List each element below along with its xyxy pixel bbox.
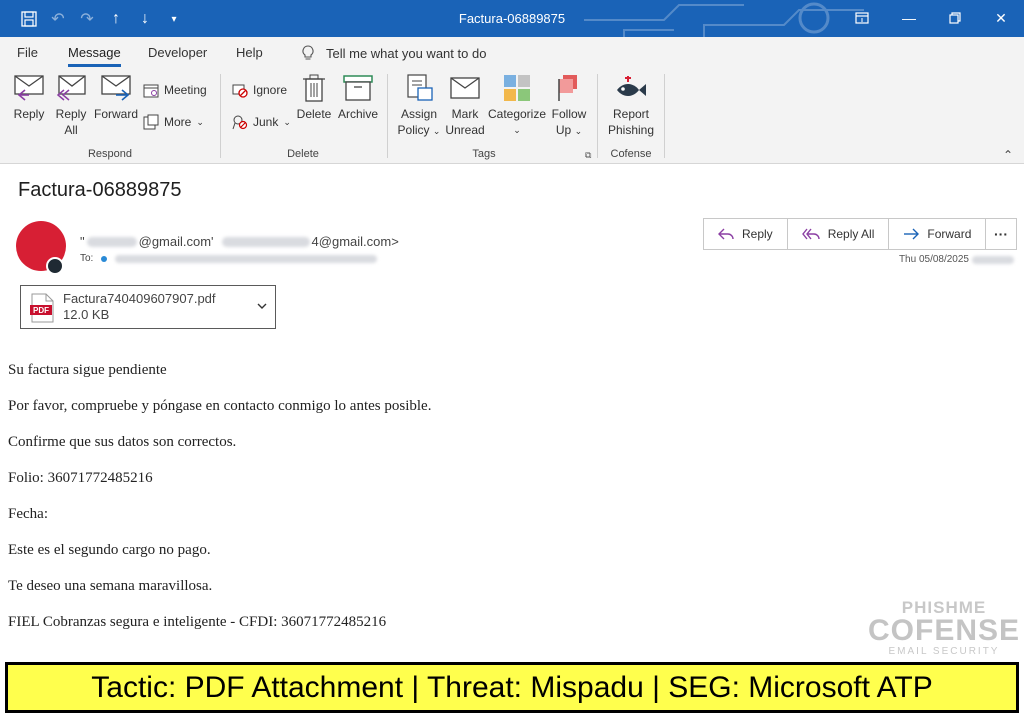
more-respond-button[interactable]: More ⌄ [143, 114, 204, 130]
mark-unread-button[interactable]: Mark Unread [445, 74, 485, 138]
reply-all-arrow-icon [801, 228, 820, 240]
group-label-tags: Tags [472, 148, 496, 160]
tab-file[interactable]: File [17, 45, 38, 60]
tell-me-text: Tell me what you want to do [326, 45, 487, 61]
calendar-icon [143, 84, 159, 98]
reply-button[interactable]: Reply [10, 74, 48, 122]
body-line: Fecha: [8, 506, 48, 522]
header-reply-all-button[interactable]: Reply All [788, 219, 890, 249]
assign-policy-icon [407, 74, 433, 101]
phishing-fish-icon [617, 76, 646, 96]
group-label-respond: Respond [87, 148, 133, 160]
cofense-watermark-logo: PHISHME COFENSE EMAIL SECURITY [868, 598, 1021, 657]
attachment-name: Factura740409607907.pdf [63, 291, 216, 306]
junk-icon [232, 115, 248, 130]
meeting-button[interactable]: Meeting [143, 82, 207, 98]
reply-all-icon [56, 75, 86, 101]
more-actions-button[interactable]: ··· [985, 218, 1017, 250]
threat-info-banner: Tactic: PDF Attachment | Threat: Mispadu… [5, 662, 1019, 713]
forward-button[interactable]: Forward [93, 74, 139, 122]
redacted-text [115, 254, 378, 263]
ribbon: Reply Reply All Forward Meeting More ⌄ R… [0, 70, 1024, 164]
ignore-button[interactable]: Ignore [232, 82, 287, 98]
tell-me-search[interactable]: Tell me what you want to do [302, 45, 486, 61]
group-label-cofense: Cofense [610, 148, 652, 160]
categorize-icon [504, 75, 530, 101]
presence-indicator [46, 257, 64, 275]
chevron-down-icon: ⌄ [196, 116, 204, 127]
body-line: Te deseo una semana maravillosa. [8, 578, 213, 594]
body-line: Por favor, compruebe y póngase en contac… [8, 398, 432, 414]
reply-all-button[interactable]: Reply All [52, 74, 90, 138]
report-phishing-button[interactable]: Report Phishing [605, 74, 657, 138]
redacted-text [972, 255, 1014, 264]
ignore-icon [232, 84, 248, 98]
reply-icon [14, 75, 44, 101]
chevron-down-icon: ⌄ [432, 126, 441, 136]
group-divider [597, 74, 598, 158]
menu-bar: File Message Developer Help Tell me what… [0, 37, 1024, 70]
tab-help[interactable]: Help [236, 45, 263, 60]
group-divider [387, 74, 388, 158]
header-reply-button[interactable]: Reply [704, 219, 788, 249]
ribbon-display-icon[interactable] [851, 8, 873, 28]
junk-button[interactable]: Junk ⌄ [232, 114, 291, 130]
collapse-ribbon-icon[interactable]: ⌃ [1003, 148, 1013, 162]
flag-icon [558, 75, 577, 101]
reply-arrow-icon [718, 228, 734, 240]
lightbulb-icon [302, 45, 314, 60]
chevron-down-icon: ⌄ [283, 116, 291, 127]
archive-button[interactable]: Archive [336, 74, 380, 122]
group-divider [220, 74, 221, 158]
body-line: FIEL Cobranzas segura e inteligente - CF… [8, 614, 387, 630]
trash-icon [303, 74, 325, 102]
email-body: Su factura sigue pendiente Por favor, co… [8, 361, 431, 649]
title-bar: ↶ ↷ ↑ ↓ ▾ Factura-06889875 — ✕ [0, 0, 1024, 37]
attachment-size: 12.0 KB [63, 307, 110, 322]
body-line: Folio: 36071772485216 [8, 470, 153, 486]
attachment-card[interactable]: PDF Factura740409607907.pdf 12.0 KB [20, 285, 276, 329]
restore-icon[interactable] [944, 8, 966, 28]
to-label: To: [80, 253, 94, 264]
email-subject: Factura-06889875 [18, 179, 182, 201]
tab-message[interactable]: Message [68, 45, 121, 67]
more-icon [143, 114, 159, 130]
group-label-delete: Delete [287, 148, 319, 160]
pdf-file-icon: PDF [30, 293, 54, 323]
forward-arrow-icon [904, 228, 920, 240]
chevron-down-icon[interactable] [257, 299, 267, 313]
tab-developer[interactable]: Developer [148, 45, 207, 60]
categorize-button[interactable]: Categorize ⌄ [488, 74, 546, 138]
svg-text:PDF: PDF [33, 306, 49, 315]
body-line: Este es el segundo cargo no pago. [8, 542, 211, 558]
chevron-down-icon: ⌄ [513, 125, 521, 135]
chevron-down-icon: ⌄ [574, 126, 583, 136]
forward-icon [101, 75, 131, 101]
body-line: Su factura sigue pendiente [8, 362, 167, 378]
delete-button[interactable]: Delete [295, 74, 333, 122]
message-actions: Reply Reply All Forward [703, 218, 987, 250]
assign-policy-button[interactable]: Assign Policy ⌄ [396, 74, 442, 139]
recipient-line: To: [80, 253, 378, 264]
header-forward-button[interactable]: Forward [889, 219, 985, 249]
group-divider [664, 74, 665, 158]
mark-unread-icon [450, 77, 480, 99]
archive-icon [343, 75, 373, 101]
sent-date: Thu 05/08/2025 [899, 254, 1014, 265]
recipient-dot [101, 255, 108, 262]
redacted-text [86, 236, 137, 247]
minimize-icon[interactable]: — [898, 8, 920, 28]
sender-line[interactable]: " @gmail.com' 4@gmail.com> [80, 234, 399, 249]
follow-up-button[interactable]: Follow Up ⌄ [549, 74, 589, 139]
body-line: Confirme que sus datos son correctos. [8, 434, 237, 450]
close-icon[interactable]: ✕ [990, 8, 1012, 28]
redacted-text [221, 236, 310, 247]
